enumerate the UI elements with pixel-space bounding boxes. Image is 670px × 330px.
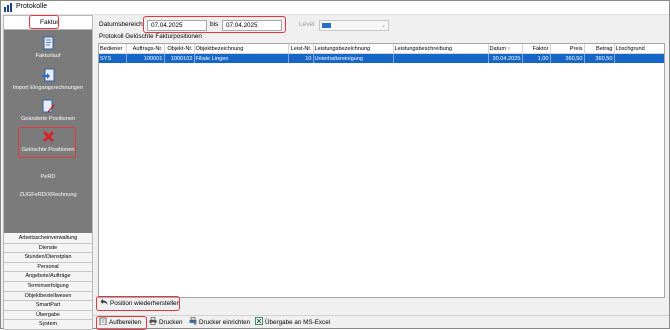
level-select[interactable]: ⌄ <box>319 20 389 31</box>
bottom-toolbar: Aufbereiten Drucken Drucker einrichten Ü… <box>93 315 669 330</box>
nav-item-label: Fakturlauf <box>35 53 61 59</box>
module-angebote-auftraege[interactable]: Angebote/Aufträge <box>4 272 92 282</box>
nav-item-geaenderte-positionen[interactable]: Geänderte Positionen <box>4 99 92 122</box>
col-leist-nr[interactable]: Leist-Nr. <box>288 44 314 54</box>
cell-datum: 30.04.2025 <box>488 53 523 63</box>
col-objektbezeichnung[interactable]: Objektbezeichnung <box>194 44 289 54</box>
excel-icon <box>255 317 263 325</box>
cell-bediener: SYS <box>99 53 127 63</box>
module-personal[interactable]: Personal <box>4 262 92 273</box>
col-faktor[interactable]: Faktor <box>522 44 551 54</box>
cell-objektbezeichnung: Filiale Lingen <box>194 53 289 63</box>
nav-item-perd[interactable]: PeRD <box>4 174 92 180</box>
col-preis[interactable]: Preis <box>550 44 585 54</box>
cell-leist-nr: 10 <box>288 53 314 63</box>
nav-item-fakturlauf[interactable]: Fakturlauf <box>4 36 92 59</box>
document-icon <box>43 36 53 50</box>
app-chart-icon <box>4 3 12 12</box>
protokolle-window: Protokolle Faktur Fakturlauf Import Eing… <box>0 0 670 330</box>
cell-leistungsbezeichnung: Unterhaltsreinigung <box>313 53 394 63</box>
module-terminverfolgung[interactable]: Terminverfolgung <box>4 281 92 292</box>
printer-icon <box>149 317 157 325</box>
navigation-panel: Faktur Fakturlauf Import Eingangsrechnun… <box>3 15 93 330</box>
col-auftrags-nr[interactable]: Auftrags-Nr. <box>126 44 165 54</box>
module-dienste[interactable]: Dienste <box>4 243 92 254</box>
nav-item-label: Geänderte Positionen <box>20 116 76 122</box>
excel-export-button[interactable]: Übergabe an MS-Excel <box>255 317 330 329</box>
module-smartpart[interactable]: SmartPart <box>4 301 92 311</box>
cell-objekt-nr: 1000102 <box>164 53 195 63</box>
cell-faktor: 1,00 <box>522 53 551 63</box>
col-bediener[interactable]: Bediener <box>99 44 127 54</box>
cell-preis: 360,50 <box>550 53 585 63</box>
col-datum[interactable]: Datum ▿ <box>488 44 523 54</box>
edit-document-icon <box>42 99 55 113</box>
col-loeschgrund[interactable]: Löschgrund <box>614 44 664 54</box>
filter-icon: ▿ <box>507 45 511 52</box>
level-label: Level <box>299 21 315 28</box>
date-range-highlight <box>143 16 286 33</box>
module-list: Arbeitsscheinverwaltung Dienste Stunden/… <box>4 234 92 330</box>
col-objekt-nr[interactable]: Objekt-Nr. <box>164 44 195 54</box>
geloeschte-positionen-highlight <box>18 127 76 158</box>
table-row[interactable]: SYS 100001 1000102 Filiale Lingen 10 Unt… <box>99 53 664 63</box>
nav-item-import-eingangsrechnungen[interactable]: Import Eingangsrechnungen <box>4 68 92 91</box>
protocol-table[interactable]: Bediener Auftrags-Nr. Objekt-Nr. Objektb… <box>98 43 665 298</box>
col-leistungsbeschreibung[interactable]: Leistungsbeschreibung <box>393 44 489 54</box>
restore-button-highlight <box>96 296 180 311</box>
table-caption: Protokoll Gelöschte Fakturpositionen <box>99 33 202 40</box>
window-title: Protokolle <box>16 3 48 10</box>
table-header-row: Bediener Auftrags-Nr. Objekt-Nr. Objektb… <box>99 44 664 54</box>
print-button[interactable]: Drucken <box>149 317 182 329</box>
printer-settings-icon <box>189 317 197 325</box>
module-stunden-dienstplan[interactable]: Stunden/Dienstplan <box>4 253 92 263</box>
cell-loeschgrund <box>614 53 664 63</box>
main-content: Datumsbereich: 07.04.2025 bis 07.04.2025… <box>93 15 669 328</box>
nav-item-zugferd-xrechnung[interactable]: ZUGFeRD/XRechnung <box>4 192 92 198</box>
datumsbereich-label: Datumsbereich: <box>99 21 145 28</box>
nav-item-label: Import Eingangsrechnungen <box>12 85 84 91</box>
import-document-icon <box>41 68 54 82</box>
chevron-down-icon: ⌄ <box>380 23 386 29</box>
cell-auftrags-nr: 100001 <box>126 53 165 63</box>
faktur-tab-highlight <box>29 15 59 29</box>
title-bar: Protokolle <box>1 1 669 15</box>
level-color-swatch <box>322 23 331 28</box>
printer-setup-button[interactable]: Drucker einrichten <box>189 317 250 329</box>
aufbereiten-highlight <box>96 316 147 330</box>
col-betrag[interactable]: Betrag <box>584 44 615 54</box>
module-objektbestellwesen[interactable]: Objektbestellwesen <box>4 291 92 302</box>
col-leistungsbezeichnung[interactable]: Leistungsbezeichnung <box>313 44 394 54</box>
module-system[interactable]: System <box>4 320 92 330</box>
module-uebergabe[interactable]: Übergabe <box>4 310 92 321</box>
cell-leistungsbeschreibung <box>393 53 489 63</box>
module-arbeitsscheinverwaltung[interactable]: Arbeitsscheinverwaltung <box>4 234 92 244</box>
cell-betrag: 360,50 <box>584 53 615 63</box>
